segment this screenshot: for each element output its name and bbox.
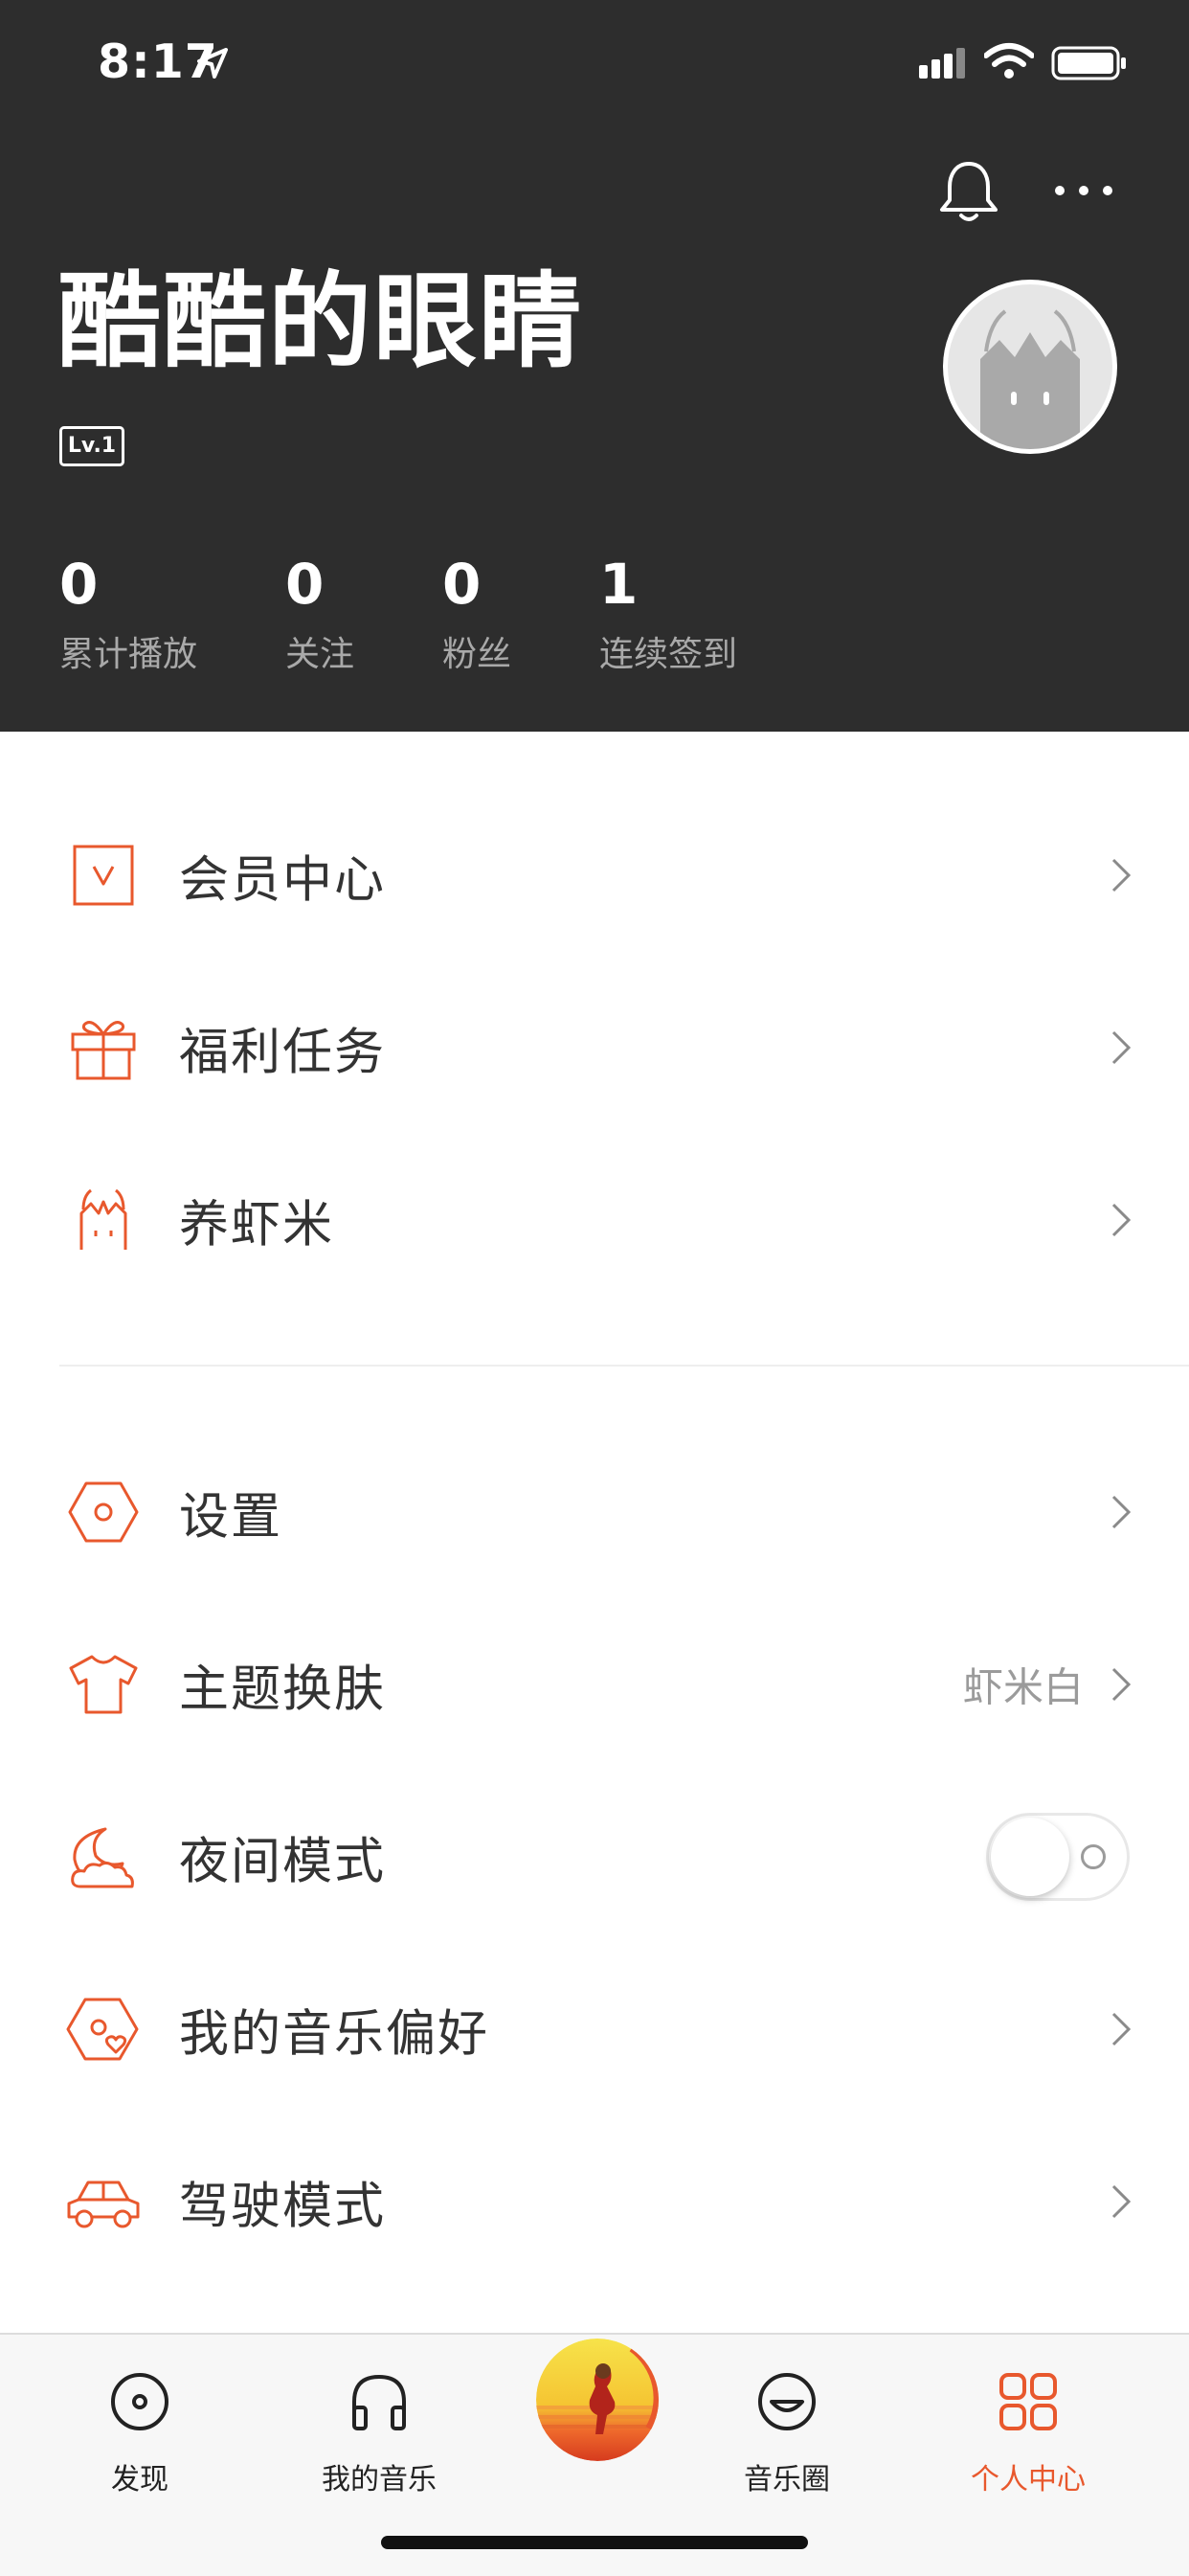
menu-item-welfare-tasks[interactable]: 福利任务 bbox=[0, 961, 1189, 1134]
chevron-right-icon bbox=[1111, 2184, 1132, 2219]
tab-music-circle[interactable]: 音乐圈 bbox=[691, 2354, 883, 2497]
notification-bell-icon[interactable] bbox=[938, 158, 999, 225]
home-indicator bbox=[381, 2536, 808, 2549]
stat-value: 1 bbox=[599, 552, 639, 617]
stat-following[interactable]: 0 关注 bbox=[285, 550, 354, 676]
discover-icon bbox=[111, 2373, 168, 2430]
stat-value: 0 bbox=[442, 552, 482, 617]
stat-label: 粉丝 bbox=[442, 635, 512, 674]
settings-icon bbox=[68, 1481, 139, 1543]
chevron-right-icon bbox=[1111, 1203, 1132, 1237]
current-theme-value: 虾米白 bbox=[962, 1663, 1084, 1711]
stat-plays[interactable]: 0 累计播放 bbox=[59, 550, 197, 676]
stat-label: 累计播放 bbox=[59, 635, 198, 674]
location-arrow-icon bbox=[197, 48, 228, 79]
grid-icon bbox=[999, 2373, 1057, 2430]
tab-my-music[interactable]: 我的音乐 bbox=[283, 2354, 475, 2497]
chevron-right-icon bbox=[1111, 1030, 1132, 1065]
smile-icon bbox=[758, 2373, 816, 2430]
menu-label: 夜间模式 bbox=[179, 1833, 387, 1891]
menu-item-raise-xiami[interactable]: 养虾米 bbox=[0, 1134, 1189, 1306]
menu-item-settings[interactable]: 设置 bbox=[0, 1426, 1189, 1598]
battery-icon bbox=[1051, 46, 1126, 80]
headphones-icon bbox=[352, 2374, 406, 2430]
stat-value: 0 bbox=[59, 552, 99, 617]
toggle-knob bbox=[991, 1818, 1069, 1896]
cellular-signal-icon bbox=[919, 48, 965, 79]
pet-icon bbox=[79, 1188, 127, 1250]
menu-label: 会员中心 bbox=[179, 851, 387, 910]
chevron-right-icon bbox=[1111, 858, 1132, 893]
tab-discover[interactable]: 发现 bbox=[44, 2354, 236, 2497]
car-icon bbox=[67, 2181, 140, 2228]
menu-item-night-mode: 夜间模式 bbox=[0, 1771, 1189, 1943]
chevron-right-icon bbox=[1111, 2012, 1132, 2046]
tab-label: 我的音乐 bbox=[322, 2463, 437, 2497]
section-divider bbox=[59, 1365, 1189, 1367]
menu-label: 设置 bbox=[179, 1488, 283, 1547]
moon-icon bbox=[71, 1827, 134, 1888]
stat-label: 连续签到 bbox=[599, 635, 738, 674]
level-badge: Lv.1 bbox=[59, 426, 124, 466]
menu-label: 养虾米 bbox=[179, 1196, 335, 1254]
menu-item-driving-mode[interactable]: 驾驶模式 bbox=[0, 2115, 1189, 2288]
vip-icon bbox=[73, 845, 134, 906]
chevron-right-icon bbox=[1111, 1495, 1132, 1529]
menu-label: 我的音乐偏好 bbox=[179, 2005, 490, 2064]
menu-item-theme-skin[interactable]: 主题换肤 虾米白 bbox=[0, 1598, 1189, 1771]
stat-value: 0 bbox=[285, 552, 325, 617]
avatar-cat-icon bbox=[980, 309, 1080, 449]
profile-header: 8:17 酷酷的眼睛 Lv.1 0 累计播放 0 关注 0 粉丝 1 连续签到 bbox=[0, 0, 1189, 732]
menu-label: 驾驶模式 bbox=[179, 2178, 387, 2236]
now-playing-disc[interactable] bbox=[536, 2339, 659, 2461]
avatar[interactable] bbox=[943, 280, 1117, 454]
wifi-icon bbox=[984, 43, 1034, 79]
music-preference-icon bbox=[66, 1998, 139, 2061]
album-cover-icon bbox=[536, 2339, 659, 2461]
tab-label: 个人中心 bbox=[971, 2463, 1086, 2497]
more-options-icon[interactable] bbox=[1053, 184, 1114, 197]
tab-personal-center[interactable]: 个人中心 bbox=[932, 2354, 1124, 2497]
menu-label: 主题换肤 bbox=[179, 1661, 387, 1719]
tab-label: 发现 bbox=[111, 2463, 168, 2497]
night-mode-toggle[interactable] bbox=[986, 1813, 1130, 1901]
gift-icon bbox=[71, 1021, 136, 1080]
toggle-off-indicator bbox=[1081, 1844, 1106, 1869]
chevron-right-icon bbox=[1111, 1667, 1132, 1702]
username: 酷酷的眼睛 bbox=[57, 262, 585, 382]
stat-fans[interactable]: 0 粉丝 bbox=[442, 550, 511, 676]
stat-checkin[interactable]: 1 连续签到 bbox=[599, 550, 737, 676]
menu-item-vip-center[interactable]: 会员中心 bbox=[0, 789, 1189, 961]
menu-item-music-preference[interactable]: 我的音乐偏好 bbox=[0, 1943, 1189, 2115]
menu-label: 福利任务 bbox=[179, 1024, 387, 1082]
tshirt-icon bbox=[69, 1655, 138, 1714]
stat-label: 关注 bbox=[285, 635, 355, 674]
tab-label: 音乐圈 bbox=[744, 2463, 830, 2497]
